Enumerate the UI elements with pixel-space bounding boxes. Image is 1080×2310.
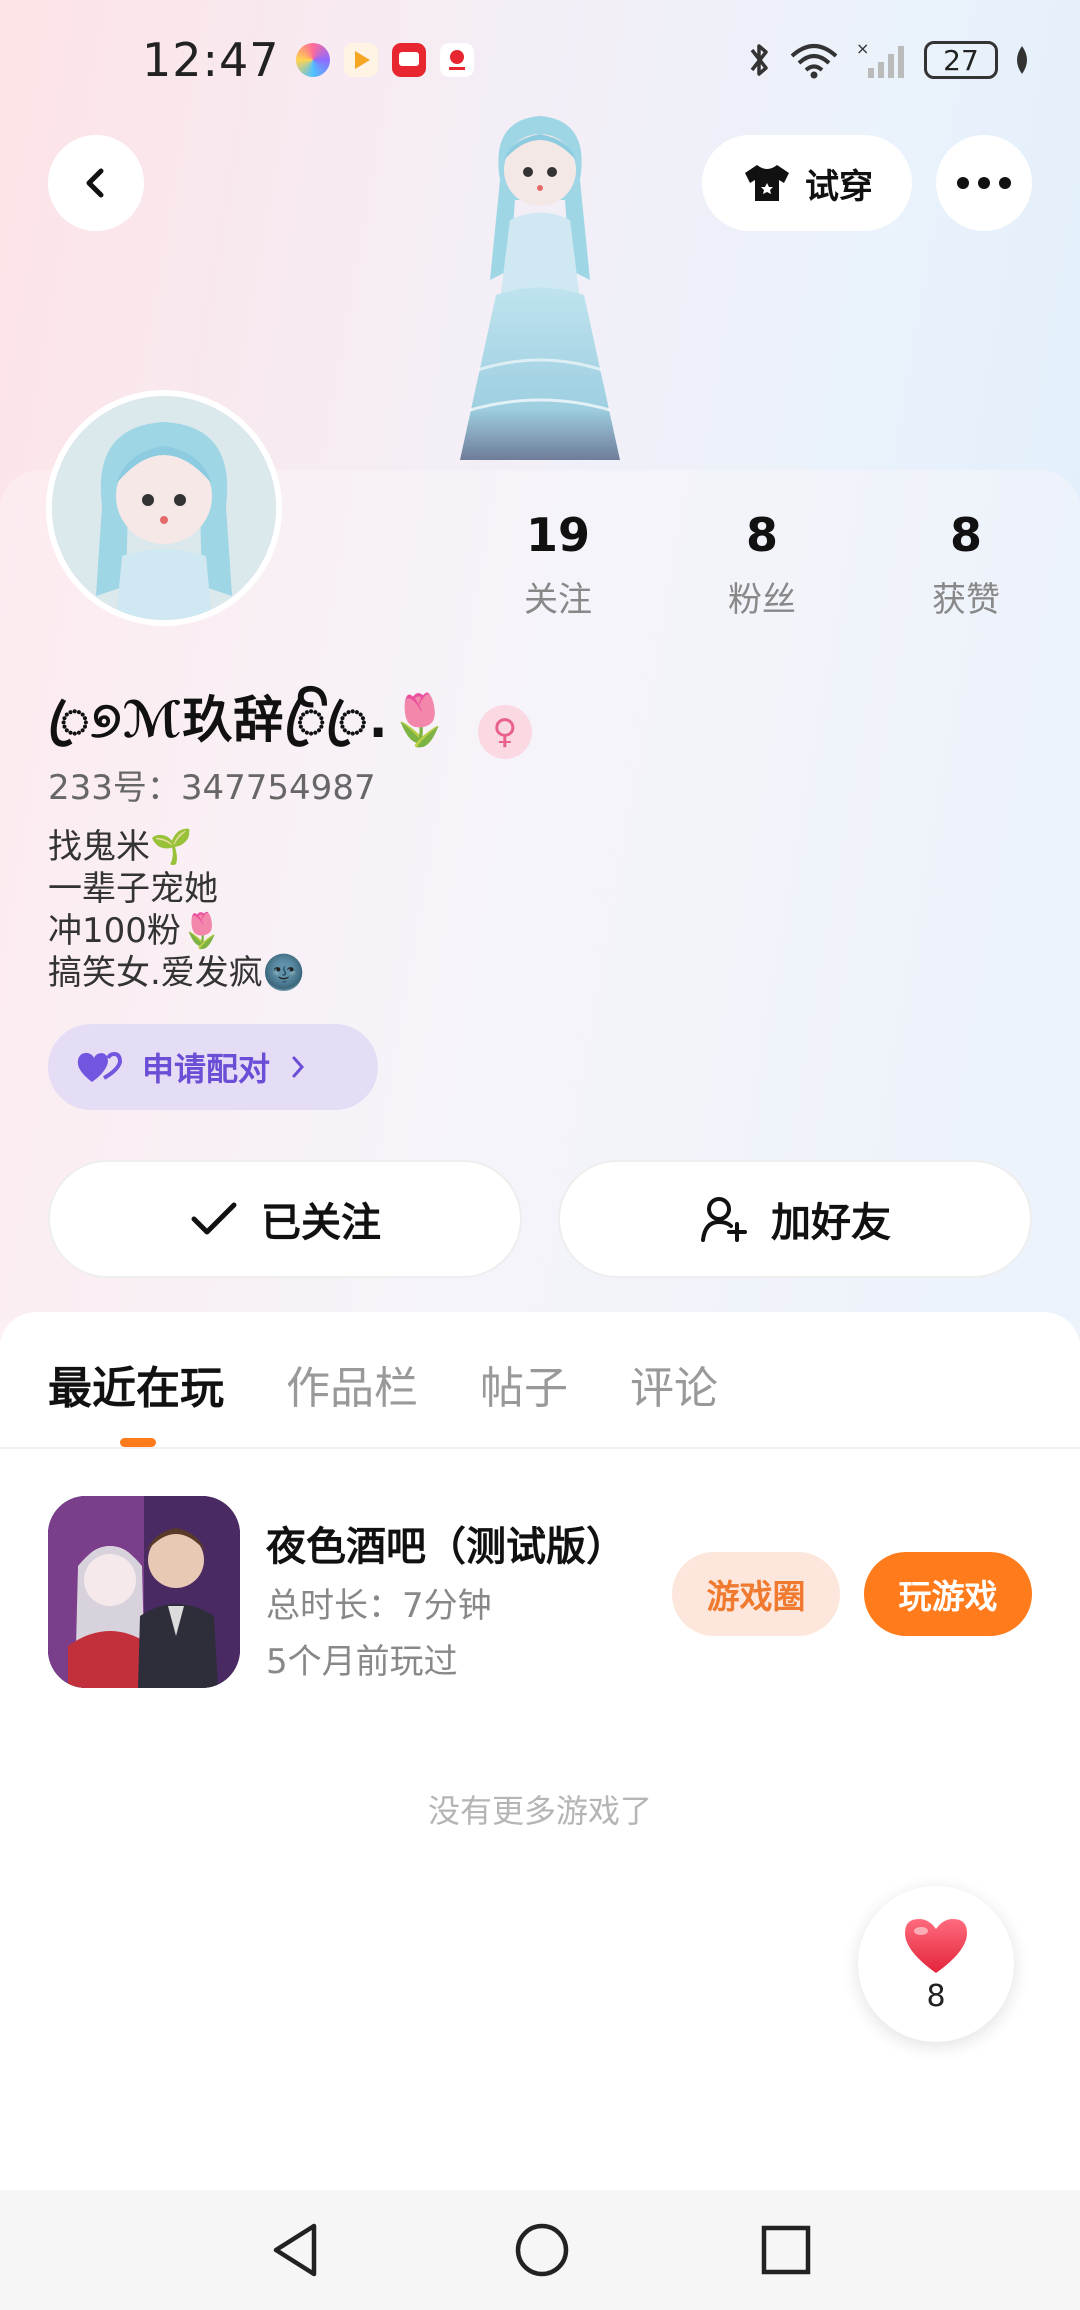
stat-following-value: 19 xyxy=(525,508,590,562)
bluetooth-icon xyxy=(750,44,768,76)
status-app-icons xyxy=(295,43,474,77)
nav-home-icon[interactable] xyxy=(514,2222,570,2278)
heart-icon xyxy=(905,1918,967,1973)
avatar-image xyxy=(52,396,276,620)
bio: 找鬼米🌱 一辈子宠她 冲100粉🌷 搞笑女.爱发疯🌚 xyxy=(48,826,305,994)
tab-recently-played[interactable]: 最近在玩 xyxy=(48,1352,224,1416)
bio-line: 找鬼米🌱 xyxy=(48,827,193,867)
add-user-icon xyxy=(701,1197,747,1242)
active-tab-indicator xyxy=(120,1438,156,1447)
stat-following-label: 关注 xyxy=(524,580,592,620)
game-icon[interactable] xyxy=(48,1496,240,1688)
tab-divider xyxy=(0,1447,1080,1449)
nav-recents-icon[interactable] xyxy=(760,2224,812,2276)
stat-likes-label: 获赞 xyxy=(932,580,1000,620)
back-button[interactable] xyxy=(48,135,144,231)
shirt-icon xyxy=(745,165,789,201)
profile-tabs: 最近在玩 作品栏 帖子 评论 xyxy=(48,1352,718,1416)
bio-line: 搞笑女.爱发疯🌚 xyxy=(48,953,306,993)
signal-icon: × xyxy=(856,40,904,78)
game-last-played: 5个月前玩过 xyxy=(266,1642,458,1682)
apply-pairing-button[interactable]: 申请配对 xyxy=(48,1024,378,1110)
following-label: 已关注 xyxy=(261,1200,381,1246)
tv-app-icon xyxy=(391,43,426,77)
avatar[interactable] xyxy=(46,390,282,626)
tab-posts[interactable]: 帖子 xyxy=(480,1352,568,1416)
no-more-games-message: 没有更多游戏了 xyxy=(427,1792,652,1830)
svg-text:×: × xyxy=(856,40,869,58)
status-bar: 12:47 × 27 xyxy=(0,0,1080,120)
add-friend-label: 加好友 xyxy=(771,1200,891,1246)
video-app-icon xyxy=(343,43,378,77)
like-count: 8 xyxy=(926,1978,946,2014)
apply-pairing-label: 申请配对 xyxy=(142,1050,271,1088)
stat-fans[interactable]: 8 粉丝 xyxy=(682,508,842,621)
chevron-right-icon xyxy=(292,1056,305,1078)
more-options-button[interactable] xyxy=(936,135,1032,231)
huawei-app-icon xyxy=(439,43,474,77)
female-gender-icon: ♀ xyxy=(477,704,532,759)
try-on-label: 试穿 xyxy=(805,166,873,207)
assistant-app-icon xyxy=(295,43,330,77)
chevron-left-icon xyxy=(86,168,104,198)
bio-line: 冲100粉🌷 xyxy=(48,911,224,951)
game-total-time: 总时长：7分钟 xyxy=(266,1586,492,1626)
nav-back-icon[interactable] xyxy=(268,2220,324,2280)
try-on-button[interactable]: 试穿 xyxy=(702,135,912,231)
stat-following[interactable]: 19 关注 xyxy=(478,508,638,621)
leaf-icon xyxy=(1017,46,1027,74)
game-list-item[interactable]: 夜色酒吧（测试版） 总时长：7分钟 5个月前玩过 游戏圈 玩游戏 xyxy=(48,1496,1032,1692)
like-button[interactable]: 8 xyxy=(858,1886,1014,2042)
bio-line: 一辈子宠她 xyxy=(48,869,218,909)
double-heart-icon xyxy=(77,1051,123,1082)
battery-indicator: 27 xyxy=(924,41,998,79)
add-friend-button[interactable]: 加好友 xyxy=(558,1160,1032,1278)
game-circle-button[interactable]: 游戏圈 xyxy=(672,1552,840,1636)
status-indicators: × 27 xyxy=(746,40,1032,80)
check-icon xyxy=(191,1202,237,1235)
character-figure xyxy=(460,116,620,460)
status-time: 12:47 xyxy=(142,33,280,87)
user-id: 233号：347754987 xyxy=(48,768,376,808)
tab-works[interactable]: 作品栏 xyxy=(286,1352,418,1416)
stat-likes-value: 8 xyxy=(949,508,982,562)
play-game-button[interactable]: 玩游戏 xyxy=(864,1552,1032,1636)
stat-fans-value: 8 xyxy=(745,508,778,562)
stat-likes[interactable]: 8 获赞 xyxy=(886,508,1046,621)
more-dots-icon xyxy=(957,177,1011,189)
wifi-icon xyxy=(790,44,838,79)
tab-comments[interactable]: 评论 xyxy=(630,1352,718,1416)
system-navigation-bar xyxy=(0,2190,1080,2310)
following-button[interactable]: 已关注 xyxy=(48,1160,522,1278)
game-title[interactable]: 夜色酒吧（测试版） xyxy=(266,1514,626,1572)
stat-fans-label: 粉丝 xyxy=(728,580,796,620)
